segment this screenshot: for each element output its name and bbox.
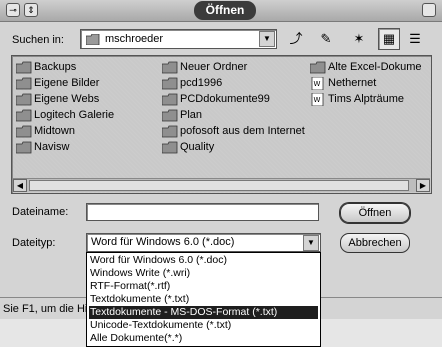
filename-label: Dateiname: — [12, 206, 69, 218]
scroll-thumb[interactable] — [29, 180, 409, 191]
title-right-controls — [422, 3, 436, 17]
folder-icon — [310, 61, 326, 74]
folder-icon — [16, 125, 32, 138]
dropdown-option[interactable]: Word für Windows 6.0 (*.doc) — [89, 254, 318, 267]
folder-icon — [16, 61, 32, 74]
dropdown-option-selected[interactable]: Textdokumente - MS-DOS-Format (*.txt) — [89, 306, 318, 319]
chevron-down-icon[interactable]: ▼ — [303, 235, 319, 251]
up-folder-button[interactable]: ⤴ — [285, 28, 307, 50]
folder-icon — [162, 125, 178, 138]
scroll-left-icon[interactable]: ◀ — [13, 179, 27, 192]
details-view-icon: ☰ — [409, 31, 421, 46]
folder-icon — [162, 141, 178, 154]
dropdown-option[interactable]: RTF-Format(*.rtf) — [89, 280, 318, 293]
dropdown-option[interactable]: Unicode-Textdokumente (*.txt) — [89, 319, 318, 332]
scroll-right-icon[interactable]: ▶ — [416, 179, 430, 192]
status-text: Sie F1, um die Hil — [3, 303, 90, 315]
lookin-value: mschroeder — [105, 33, 164, 45]
collapse-icon[interactable] — [422, 3, 436, 17]
dropdown-option[interactable]: Textdokumente (*.txt) — [89, 293, 318, 306]
title-bar[interactable]: ⊸ ⇕ Öffnen — [0, 0, 442, 22]
lookin-label: Suchen in: — [12, 34, 64, 46]
word-doc-icon: W — [311, 77, 324, 90]
file-list[interactable]: Backups Eigene Bilder Eigene Webs Logite… — [11, 55, 432, 194]
cancel-button[interactable]: Abbrechen — [340, 233, 410, 253]
word-doc-icon: W — [311, 93, 324, 106]
folder-icon — [16, 93, 32, 106]
lookin-combo[interactable]: mschroeder ▼ — [80, 29, 277, 49]
folder-icon — [162, 93, 178, 106]
folder-icon — [16, 141, 32, 154]
desktop-icon: ✎ — [320, 31, 332, 46]
folder-icon — [162, 109, 178, 122]
chevron-down-icon[interactable]: ▼ — [259, 31, 275, 47]
title-left-controls: ⊸ ⇕ — [6, 3, 38, 17]
folder-icon — [162, 77, 178, 90]
svg-text:W: W — [314, 96, 321, 104]
desktop-button[interactable]: ✎ — [315, 28, 337, 50]
new-folder-icon: ✶ — [353, 31, 365, 46]
dropdown-option[interactable]: Alle Dokumente(*.*) — [89, 332, 318, 345]
details-view-button[interactable]: ☰ — [404, 28, 426, 50]
svg-text:W: W — [314, 80, 321, 88]
window-title-pill: Öffnen — [194, 1, 256, 20]
stepper-icon[interactable]: ⇕ — [24, 3, 38, 17]
open-button[interactable]: Öffnen — [340, 203, 410, 223]
filetype-dropdown-list[interactable]: Word für Windows 6.0 (*.doc) Windows Wri… — [86, 252, 321, 347]
new-folder-button[interactable]: ✶ — [348, 28, 370, 50]
filetype-value: Word für Windows 6.0 (*.doc) — [91, 236, 235, 248]
folder-icon — [16, 109, 32, 122]
list-view-icon: ▦ — [382, 31, 396, 46]
dropdown-option[interactable]: Windows Write (*.wri) — [89, 267, 318, 280]
list-view-button[interactable]: ▦ — [378, 28, 400, 50]
folder-icon — [16, 77, 32, 90]
window-title: Öffnen — [205, 3, 245, 17]
filetype-label: Dateityp: — [12, 237, 56, 249]
up-folder-icon: ⤴ — [289, 31, 303, 46]
filetype-combo[interactable]: Word für Windows 6.0 (*.doc) ▼ — [86, 233, 321, 252]
filename-input[interactable] — [86, 203, 319, 221]
folder-icon — [162, 61, 178, 74]
pin-icon[interactable]: ⊸ — [6, 3, 20, 17]
folder-icon — [86, 34, 100, 45]
horizontal-scrollbar[interactable]: ◀ ▶ — [13, 178, 430, 192]
